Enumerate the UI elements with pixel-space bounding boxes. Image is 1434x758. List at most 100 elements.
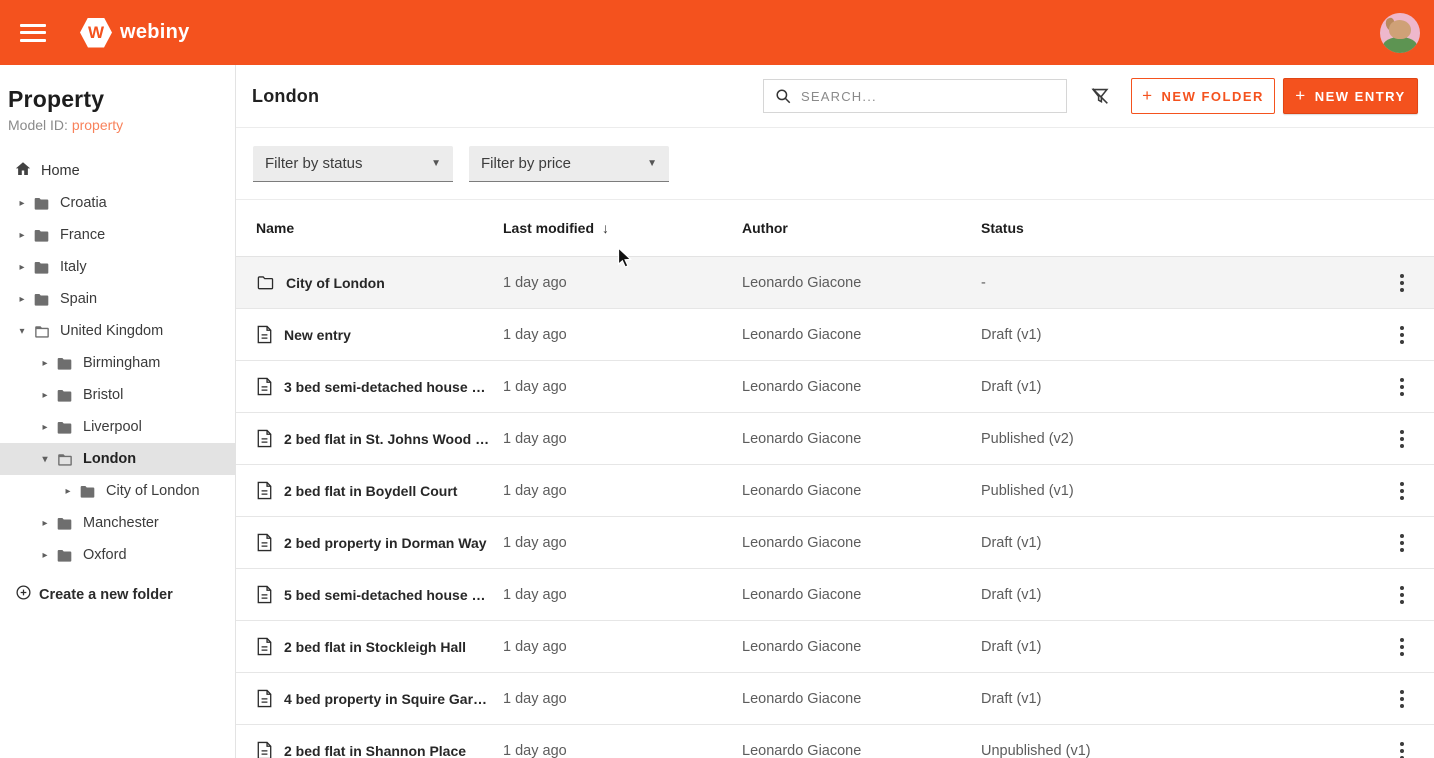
row-author: Leonardo Giacone (742, 743, 981, 758)
kebab-menu-icon[interactable] (1390, 739, 1414, 758)
plus-icon: + (1142, 86, 1153, 106)
create-folder-button[interactable]: Create a new folder (0, 584, 235, 605)
sidebar-item-label: London (83, 451, 136, 467)
table-row-new-entry[interactable]: New entry1 day agoLeonardo GiaconeDraft … (236, 309, 1434, 361)
chevron-right-icon[interactable]: ▸ (37, 358, 53, 369)
sidebar-item-label: Liverpool (83, 419, 142, 435)
document-icon (256, 741, 273, 758)
document-icon (256, 429, 273, 448)
row-last-modified: 1 day ago (503, 639, 742, 655)
plus-icon: + (1295, 86, 1306, 106)
sidebar: Property Model ID: property Home ▸Croati… (0, 65, 236, 758)
sidebar-item-london[interactable]: ▾ London (0, 443, 235, 475)
sidebar-item-italy[interactable]: ▸Italy (0, 251, 235, 283)
sidebar-item-label: Home (41, 163, 80, 179)
folder-icon (33, 292, 53, 307)
folder-icon (79, 484, 99, 499)
sidebar-item-home[interactable]: Home (0, 155, 235, 187)
filter-price-label: Filter by price (481, 155, 571, 172)
row-status: Draft (v1) (981, 639, 1378, 655)
chevron-right-icon[interactable]: ▸ (14, 262, 30, 273)
row-name: 2 bed flat in Shannon Place (284, 743, 466, 758)
chevron-right-icon[interactable]: ▸ (37, 422, 53, 433)
folder-icon (256, 274, 275, 291)
kebab-menu-icon[interactable] (1390, 583, 1414, 607)
new-entry-button[interactable]: + NEW ENTRY (1283, 78, 1418, 114)
sidebar-item-croatia[interactable]: ▸ Croatia (0, 187, 235, 219)
chevron-right-icon[interactable]: ▸ (14, 198, 30, 209)
webiny-logo[interactable]: W webiny (80, 18, 190, 48)
sidebar-item-liverpool[interactable]: ▸ Liverpool (0, 411, 235, 443)
main-content: London + NEW FOLDER (236, 65, 1434, 758)
column-header-status: Status (981, 220, 1378, 236)
kebab-menu-icon[interactable] (1390, 687, 1414, 711)
folder-icon (33, 260, 53, 275)
table-row-4-bed-property-in-squire-gar[interactable]: 4 bed property in Squire Gar…1 day agoLe… (236, 673, 1434, 725)
folder-icon (33, 196, 53, 211)
folder-icon (56, 548, 76, 563)
chevron-right-icon[interactable]: ▸ (37, 518, 53, 529)
sidebar-item-label: Spain (60, 291, 97, 307)
sidebar-item-label: Croatia (60, 195, 107, 211)
filter-status-label: Filter by status (265, 155, 363, 172)
filter-by-price-select[interactable]: Filter by price ▼ (469, 146, 669, 182)
sidebar-item-birmingham[interactable]: ▸Birmingham (0, 347, 235, 379)
kebab-menu-icon[interactable] (1390, 479, 1414, 503)
chevron-down-icon[interactable]: ▾ (37, 454, 53, 465)
kebab-menu-icon[interactable] (1390, 375, 1414, 399)
row-name: 2 bed flat in Stockleigh Hall (284, 639, 466, 655)
hamburger-menu-icon[interactable] (20, 24, 46, 42)
column-header-last-modified[interactable]: Last modified ↓ (503, 220, 742, 236)
kebab-menu-icon[interactable] (1390, 427, 1414, 451)
row-author: Leonardo Giacone (742, 587, 981, 603)
column-header-name[interactable]: Name (256, 220, 503, 236)
chevron-down-icon[interactable]: ▾ (14, 326, 30, 337)
table-row-city-of-london[interactable]: City of London1 day agoLeonardo Giacone- (236, 257, 1434, 309)
sidebar-item-united-kingdom[interactable]: ▾United Kingdom (0, 315, 235, 347)
chevron-right-icon[interactable]: ▸ (14, 294, 30, 305)
chevron-right-icon[interactable]: ▸ (60, 486, 76, 497)
table-row-2-bed-flat-in-shannon-place[interactable]: 2 bed flat in Shannon Place1 day agoLeon… (236, 725, 1434, 758)
model-id: Model ID: property (8, 117, 227, 133)
row-last-modified: 1 day ago (503, 379, 742, 395)
home-icon (14, 160, 32, 182)
kebab-menu-icon[interactable] (1390, 531, 1414, 555)
table-row-2-bed-flat-in-st-johns-wood[interactable]: 2 bed flat in St. Johns Wood …1 day agoL… (236, 413, 1434, 465)
hexagon-logo-icon: W (80, 18, 112, 48)
chevron-down-icon: ▼ (431, 158, 441, 169)
search-input[interactable] (801, 80, 1056, 112)
sidebar-item-bristol[interactable]: ▸ Bristol (0, 379, 235, 411)
kebab-menu-icon[interactable] (1390, 323, 1414, 347)
logo-letter: W (88, 23, 104, 43)
table-row-2-bed-flat-in-boydell-court[interactable]: 2 bed flat in Boydell Court1 day agoLeon… (236, 465, 1434, 517)
sidebar-item-manchester[interactable]: ▸Manchester (0, 507, 235, 539)
new-folder-button[interactable]: + NEW FOLDER (1131, 78, 1275, 114)
kebab-menu-icon[interactable] (1390, 635, 1414, 659)
kebab-menu-icon[interactable] (1390, 271, 1414, 295)
table-row-2-bed-flat-in-stockleigh-hall[interactable]: 2 bed flat in Stockleigh Hall1 day agoLe… (236, 621, 1434, 673)
sidebar-item-city-of-london[interactable]: ▸City of London (0, 475, 235, 507)
row-status: Unpublished (v1) (981, 743, 1378, 758)
row-status: Draft (v1) (981, 535, 1378, 551)
user-avatar[interactable] (1380, 13, 1420, 53)
row-author: Leonardo Giacone (742, 379, 981, 395)
chevron-right-icon[interactable]: ▸ (14, 230, 30, 241)
chevron-right-icon[interactable]: ▸ (37, 550, 53, 561)
table-row-2-bed-property-in-dorman-way[interactable]: 2 bed property in Dorman Way1 day agoLeo… (236, 517, 1434, 569)
table-row-3-bed-semi-detached-house[interactable]: 3 bed semi-detached house …1 day agoLeon… (236, 361, 1434, 413)
new-folder-label: NEW FOLDER (1162, 89, 1264, 104)
sidebar-item-label: Bristol (83, 387, 123, 403)
filter-by-status-select[interactable]: Filter by status ▼ (253, 146, 453, 182)
folder-tree: ▸Croatia▸France▸Italy▸Spain▾United Kingd… (0, 187, 235, 571)
clear-filters-icon[interactable] (1089, 85, 1111, 107)
sidebar-item-france[interactable]: ▸France (0, 219, 235, 251)
row-last-modified: 1 day ago (503, 535, 742, 551)
sidebar-item-oxford[interactable]: ▸Oxford (0, 539, 235, 571)
chevron-right-icon[interactable]: ▸ (37, 390, 53, 401)
column-header-author: Author (742, 220, 981, 236)
sidebar-item-spain[interactable]: ▸ Spain (0, 283, 235, 315)
sort-descending-icon: ↓ (602, 220, 609, 236)
model-id-link[interactable]: property (72, 117, 123, 133)
row-status: Draft (v1) (981, 691, 1378, 707)
table-row-5-bed-semi-detached-house[interactable]: 5 bed semi-detached house …1 day agoLeon… (236, 569, 1434, 621)
